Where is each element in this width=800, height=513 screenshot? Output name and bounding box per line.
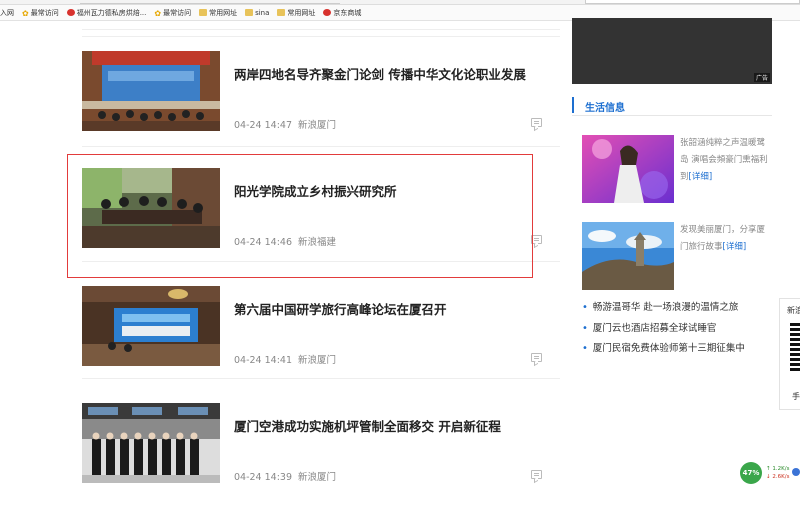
bookmark-label: 最常访问	[30, 8, 59, 17]
comment-icon[interactable]	[531, 353, 542, 362]
accent-bar	[572, 97, 574, 113]
life-info-header: 生活信息	[572, 96, 772, 116]
news-source: 新浪厦门	[298, 355, 337, 366]
folder-icon	[277, 9, 286, 16]
news-item[interactable]: 两岸四地名导齐聚金门论剑 传播中华文化论职业发展 04-24 14:47 新浪厦门	[82, 51, 560, 161]
life-link[interactable]: 畅游温哥华 赴一场浪漫的温情之旅	[582, 298, 772, 319]
speed-percent: 47%	[740, 462, 762, 484]
bookmark-item[interactable]: ✿ 最常访问	[154, 8, 192, 19]
life-card-image[interactable]	[582, 222, 674, 290]
comment-icon[interactable]	[531, 118, 542, 127]
more-link[interactable]: [详细]	[689, 172, 713, 182]
qr-panel-title: 新浪	[787, 306, 800, 315]
bookmark-label: 入网	[0, 8, 14, 17]
bookmark-item[interactable]: 常用网址	[277, 8, 315, 18]
news-time: 04-24 14:39	[234, 472, 293, 483]
section-title: 生活信息	[585, 103, 625, 114]
news-time: 04-24 14:47	[234, 120, 293, 131]
divider	[82, 378, 560, 379]
bookmark-label: 最常访问	[163, 8, 192, 17]
life-link[interactable]: 厦门云也酒店招募全球试睡官	[582, 319, 772, 340]
qr-panel-caption: 手	[792, 392, 800, 401]
news-thumbnail[interactable]	[82, 286, 220, 366]
bookmark-label: 常用网址	[287, 8, 316, 17]
divider	[82, 29, 560, 30]
star-icon: ✿	[22, 9, 29, 18]
jd-icon	[323, 9, 332, 16]
bookmark-label: 福州瓦力德私房烘焙...	[76, 8, 147, 17]
life-card[interactable]: 发现美丽厦门，分享厦门旅行故事[详细]	[582, 222, 772, 292]
news-source: 新浪厦门	[298, 472, 337, 483]
folder-icon	[199, 9, 208, 16]
bookmark-label: sina	[255, 8, 270, 17]
ad-tag: 广告	[753, 73, 770, 82]
download-rate: ↓ 2.6K/s	[766, 474, 790, 480]
life-link[interactable]: 厦门民宿免费体验师第十三期征集中	[582, 339, 772, 360]
life-card-image[interactable]	[582, 135, 674, 203]
news-thumbnail[interactable]	[82, 51, 220, 131]
weibo-icon	[66, 9, 75, 16]
news-source: 新浪厦门	[298, 120, 337, 131]
bookmark-item[interactable]: 福州瓦力德私房烘焙...	[66, 8, 147, 18]
highlight-box	[67, 154, 533, 278]
qr-code-icon	[790, 323, 800, 371]
news-headline[interactable]: 厦门空港成功实施机坪管制全面移交 开启新征程	[234, 419, 554, 435]
news-meta: 04-24 14:39 新浪厦门	[234, 469, 336, 483]
bookmark-item[interactable]: 京东商城	[323, 8, 361, 18]
news-headline[interactable]: 第六届中国研学旅行高峰论坛在厦召开	[234, 302, 554, 318]
news-time: 04-24 14:41	[234, 355, 293, 366]
bookmark-item[interactable]: 入网	[0, 8, 14, 18]
news-item[interactable]: 厦门空港成功实施机坪管制全面移交 开启新征程 04-24 14:39 新浪厦门	[82, 403, 560, 513]
bookmark-item[interactable]: ✿ 最常访问	[22, 8, 59, 19]
life-card[interactable]: 张韶涵纯粹之声温暖鹭岛 演唱会頻豪门熏福利到[详细]	[582, 135, 772, 205]
folder-icon	[245, 9, 254, 16]
life-card-text[interactable]: 张韶涵纯粹之声温暖鹭岛 演唱会頻豪门熏福利到[详细]	[680, 135, 772, 186]
news-thumbnail[interactable]	[82, 403, 220, 483]
browser-search-box[interactable]	[585, 0, 800, 4]
ad-banner[interactable]: 广告	[572, 18, 772, 84]
comment-icon[interactable]	[531, 470, 542, 479]
network-speed-widget[interactable]: 47% ↑ 1.2K/s ↓ 2.6K/s	[740, 462, 800, 484]
bookmark-item[interactable]: 常用网址	[199, 8, 237, 18]
star-icon: ✿	[154, 9, 162, 18]
speed-rates: ↑ 1.2K/s ↓ 2.6K/s	[766, 465, 789, 481]
divider	[82, 146, 560, 147]
news-meta: 04-24 14:47 新浪厦门	[234, 117, 336, 131]
upload-rate: ↑ 1.2K/s	[766, 466, 790, 472]
address-bar[interactable]	[80, 0, 340, 4]
life-card-text[interactable]: 发现美丽厦门，分享厦门旅行故事[详细]	[680, 222, 772, 256]
bookmark-label: 京东商城	[333, 8, 362, 17]
bookmark-label: 常用网址	[209, 8, 238, 17]
news-headline[interactable]: 两岸四地名导齐聚金门论剑 传播中华文化论职业发展	[234, 67, 554, 83]
widget-dot-icon	[792, 468, 800, 476]
news-item[interactable]: 第六届中国研学旅行高峰论坛在厦召开 04-24 14:41 新浪厦门	[82, 286, 560, 396]
bookmark-item[interactable]: sina	[245, 9, 269, 17]
qr-code-panel[interactable]: 新浪 手	[779, 298, 800, 410]
life-link-list: 畅游温哥华 赴一场浪漫的温情之旅 厦门云也酒店招募全球试睡官 厦门民宿免费体验师…	[582, 298, 772, 360]
news-meta: 04-24 14:41 新浪厦门	[234, 352, 336, 366]
more-link[interactable]: [详细]	[723, 242, 747, 252]
